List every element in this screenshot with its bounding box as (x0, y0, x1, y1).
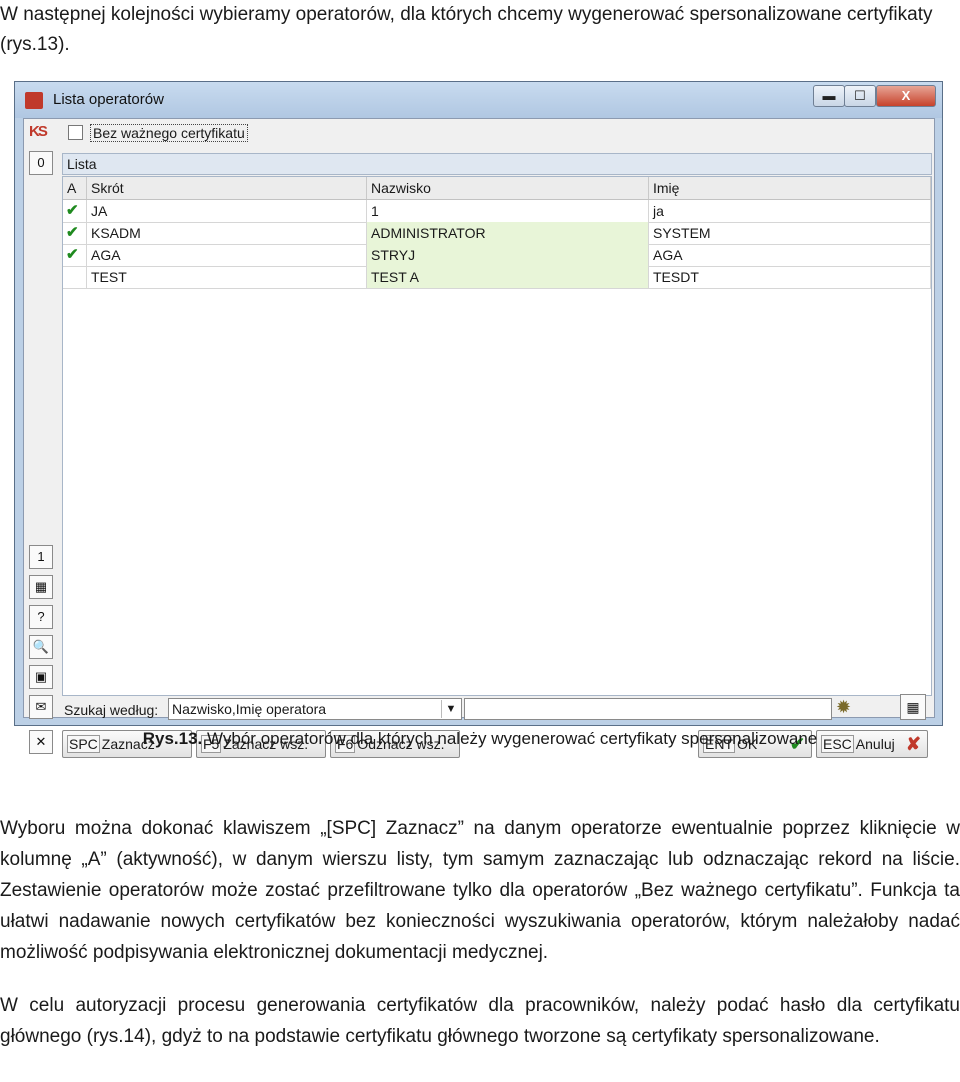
row-surname: STRYJ (367, 244, 649, 266)
table-header-row: A Skrót Nazwisko Imię (63, 177, 931, 200)
zero-button[interactable]: 0 (29, 151, 53, 175)
close-button[interactable]: X (876, 85, 936, 107)
active-check-icon[interactable]: ✔ (63, 200, 87, 222)
row-surname: ADMINISTRATOR (367, 222, 649, 244)
number-one-icon[interactable]: 1 (29, 545, 53, 569)
table-row[interactable]: TEST TEST A TESDT (63, 266, 931, 289)
row-surname: 1 (367, 200, 649, 222)
column-header-name[interactable]: Imię (649, 177, 931, 199)
active-check-icon[interactable]: ✔ (63, 244, 87, 266)
ks-logo-icon: KS (29, 123, 48, 140)
intro-paragraph: W następnej kolejności wybieramy operato… (0, 4, 933, 55)
row-name: SYSTEM (649, 222, 931, 244)
window-titlebar[interactable]: Lista operatorów ▬ ☐ X (15, 82, 942, 118)
search-input[interactable] (464, 698, 832, 720)
calculator-icon[interactable]: ▦ (29, 575, 53, 599)
search-mode-select[interactable]: Nazwisko,Imię operatora ▼ (168, 698, 462, 720)
row-name: ja (649, 200, 931, 222)
row-code: JA (87, 200, 367, 222)
row-code: KSADM (87, 222, 367, 244)
search-mode-value: Nazwisko,Imię operatora (172, 701, 327, 717)
chevron-down-icon[interactable]: ▼ (441, 700, 460, 718)
column-header-active[interactable]: A (63, 177, 87, 199)
column-header-surname[interactable]: Nazwisko (367, 177, 649, 199)
operators-table: A Skrót Nazwisko Imię ✔ JA 1 ja ✔ KSADM … (62, 176, 932, 696)
active-check-icon[interactable] (63, 266, 87, 288)
calculator-button-icon[interactable]: ▦ (900, 694, 926, 720)
row-code: TEST (87, 266, 367, 288)
gear-icon[interactable]: ✹ (836, 697, 851, 718)
figure-number: Rys.13. (142, 729, 203, 748)
figure-caption: Rys.13. Wybór operatorów dla których nal… (0, 729, 960, 749)
row-code: AGA (87, 244, 367, 266)
valid-certificate-checkbox-label[interactable]: Bez ważnego certyfikatu (90, 124, 248, 142)
row-name: AGA (649, 244, 931, 266)
window-client-area: KS 0 Bez ważnego certyfikatu Lista A Skr… (23, 118, 935, 758)
screen-icon[interactable]: ▣ (29, 665, 53, 689)
column-header-code[interactable]: Skrót (87, 177, 367, 199)
operators-list-window: Lista operatorów ▬ ☐ X KS 0 Bez ważnego … (14, 81, 943, 758)
active-check-icon[interactable]: ✔ (63, 222, 87, 244)
help-icon[interactable]: ? (29, 605, 53, 629)
maximize-button[interactable]: ☐ (844, 85, 876, 107)
table-row[interactable]: ✔ AGA STRYJ AGA (63, 244, 931, 267)
search-icon[interactable]: 🔍 (29, 635, 53, 659)
body-paragraph-2: W celu autoryzacji procesu generowania c… (0, 995, 960, 1047)
list-section-header: Lista (62, 153, 932, 175)
app-icon (25, 92, 43, 109)
table-row[interactable]: ✔ KSADM ADMINISTRATOR SYSTEM (63, 222, 931, 245)
window-title: Lista operatorów (53, 91, 164, 108)
table-row[interactable]: ✔ JA 1 ja (63, 200, 931, 223)
minimize-button[interactable]: ▬ (813, 85, 845, 107)
row-name: TESDT (649, 266, 931, 288)
row-surname: TEST A (367, 266, 649, 288)
figure-caption-text: Wybór operatorów dla których należy wyge… (202, 729, 818, 748)
valid-certificate-checkbox[interactable] (68, 125, 83, 140)
envelope-icon[interactable]: ✉ (29, 695, 53, 719)
body-paragraph-1: Wyboru można dokonać klawiszem „[SPC] Za… (0, 818, 960, 963)
search-by-label: Szukaj według: (64, 702, 159, 718)
